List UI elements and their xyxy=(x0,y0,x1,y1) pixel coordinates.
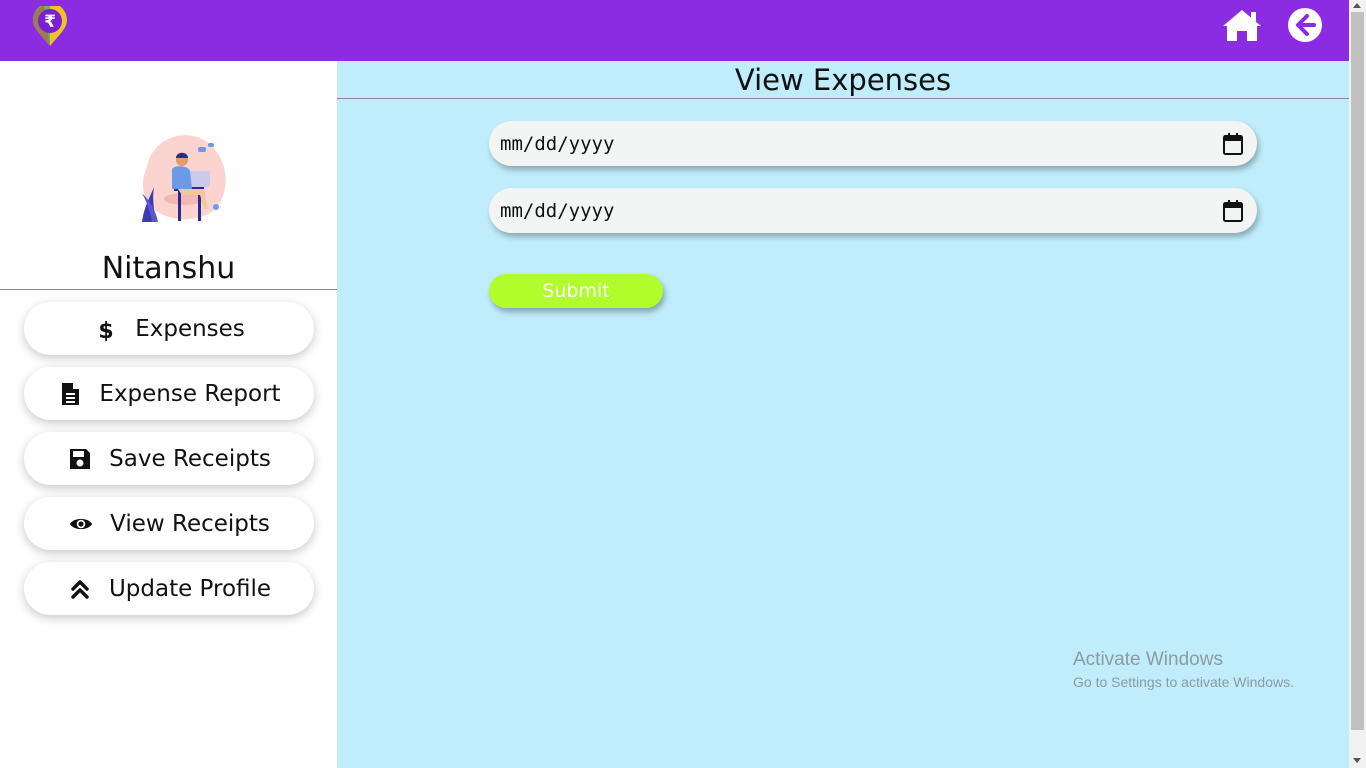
nav-save-receipts-button[interactable]: Save Receipts xyxy=(24,432,314,485)
calendar-icon[interactable] xyxy=(1223,133,1243,155)
main-content: View Expenses mm/dd/yyyy mm/dd/yyyy Subm… xyxy=(337,61,1349,768)
nav-expenses-label: Expenses xyxy=(135,315,245,342)
eye-icon xyxy=(68,511,94,537)
nav-expenses-button[interactable]: $ Expenses xyxy=(24,302,314,355)
nav-view-receipts-label: View Receipts xyxy=(110,510,270,537)
calendar-icon[interactable] xyxy=(1223,200,1243,222)
svg-text:$: $ xyxy=(99,319,114,341)
dollar-icon: $ xyxy=(93,316,119,342)
start-date-input[interactable]: mm/dd/yyyy xyxy=(489,121,1257,166)
nav-view-receipts-button[interactable]: View Receipts xyxy=(24,497,314,550)
avatar xyxy=(132,127,232,227)
back-arrow-icon[interactable] xyxy=(1287,7,1323,43)
nav-expense-report-button[interactable]: Expense Report xyxy=(24,367,314,420)
scroll-up-arrow-icon[interactable] xyxy=(1353,3,1361,8)
file-text-icon xyxy=(57,381,83,407)
floppy-disk-icon xyxy=(67,446,93,472)
watermark-title: Activate Windows xyxy=(1073,649,1223,670)
sidebar: Nitanshu $ Expenses Expense Report Save … xyxy=(0,61,337,768)
end-date-placeholder: mm/dd/yyyy xyxy=(500,199,615,222)
sidebar-divider xyxy=(0,289,337,290)
top-bar: ₹ xyxy=(0,0,1349,61)
end-date-input[interactable]: mm/dd/yyyy xyxy=(489,188,1257,233)
scroll-thumb[interactable] xyxy=(1351,12,1364,730)
watermark-subtitle: Go to Settings to activate Windows. xyxy=(1073,674,1294,690)
vertical-scrollbar[interactable] xyxy=(1349,0,1366,768)
title-divider xyxy=(337,98,1349,99)
start-date-placeholder: mm/dd/yyyy xyxy=(500,132,615,155)
rupee-logo-icon[interactable]: ₹ xyxy=(30,3,70,48)
double-chevron-up-icon xyxy=(67,576,93,602)
user-name: Nitanshu xyxy=(101,251,236,286)
nav-update-profile-label: Update Profile xyxy=(108,575,272,602)
nav-save-receipts-label: Save Receipts xyxy=(109,445,271,472)
home-icon[interactable] xyxy=(1221,7,1263,43)
page-title: View Expenses xyxy=(734,63,952,97)
svg-text:₹: ₹ xyxy=(44,12,56,32)
nav-update-profile-button[interactable]: Update Profile xyxy=(24,562,314,615)
windows-activation-watermark: Activate Windows Go to Settings to activ… xyxy=(1073,649,1294,690)
submit-button[interactable]: Submit xyxy=(489,274,663,308)
nav-expense-report-label: Expense Report xyxy=(99,380,281,407)
scroll-down-arrow-icon[interactable] xyxy=(1353,758,1361,763)
